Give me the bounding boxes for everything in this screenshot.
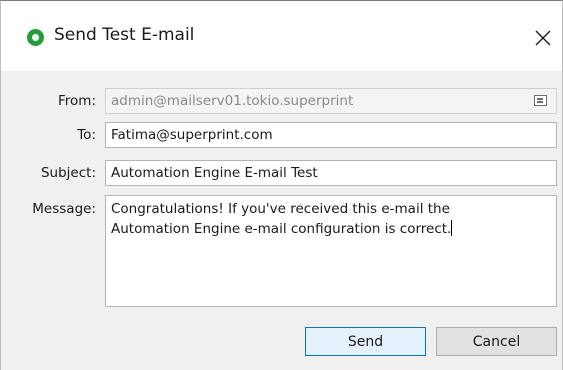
subject-value: Automation Engine E-mail Test [111, 165, 318, 181]
from-value: admin@mailserv01.tokio.superprint [111, 93, 354, 109]
send-button[interactable]: Send [305, 327, 426, 356]
to-field[interactable]: Fatima@superprint.com [105, 122, 557, 148]
message-line-1: Congratulations! If you've received this… [111, 201, 450, 217]
from-label: From: [58, 93, 96, 109]
close-icon [535, 30, 551, 46]
to-label: To: [77, 127, 96, 143]
send-test-email-dialog: Send Test E-mail From: admin@mailserv01.… [0, 0, 563, 370]
dialog-title: Send Test E-mail [54, 25, 195, 45]
close-button[interactable] [528, 23, 558, 53]
message-line-2-wrapper: Automation Engine e-mail configuration i… [111, 219, 551, 239]
subject-label: Subject: [40, 165, 96, 181]
address-book-icon[interactable] [534, 95, 547, 106]
cancel-button[interactable]: Cancel [436, 327, 557, 356]
message-line-2: Automation Engine e-mail configuration i… [111, 221, 452, 237]
from-field: admin@mailserv01.tokio.superprint [105, 88, 557, 114]
title-bar: Send Test E-mail [1, 1, 562, 71]
text-caret [451, 220, 453, 236]
to-value: Fatima@superprint.com [111, 127, 273, 143]
message-textarea[interactable]: Congratulations! If you've received this… [105, 195, 557, 307]
green-status-circle-icon [27, 29, 44, 46]
subject-field[interactable]: Automation Engine E-mail Test [105, 160, 557, 186]
message-label: Message: [32, 201, 96, 217]
